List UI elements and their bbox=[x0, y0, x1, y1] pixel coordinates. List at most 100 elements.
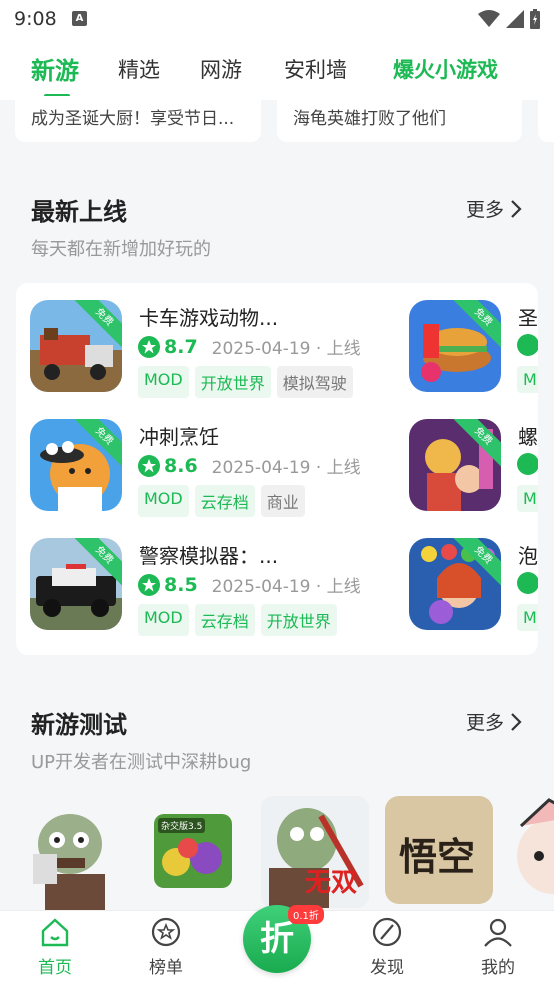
chevron-right-icon bbox=[511, 712, 522, 731]
tag-list: MOD 云存档 开放世界 bbox=[138, 604, 337, 636]
game-name: 螺 bbox=[518, 425, 538, 449]
star-icon bbox=[517, 453, 538, 475]
game-icon: 免费 bbox=[409, 419, 501, 511]
game-item[interactable]: 免费 螺 M bbox=[409, 419, 538, 519]
promo-card[interactable]: 成为圣诞大厨！享受节日... bbox=[15, 96, 261, 142]
test-games-row: 杂交版3.5 无双 悟空 bbox=[0, 790, 554, 910]
star-icon bbox=[517, 572, 538, 594]
test-game-item[interactable] bbox=[509, 796, 554, 906]
more-button-new[interactable]: 更多 bbox=[466, 195, 522, 222]
game-icon: 免费 bbox=[30, 419, 122, 511]
nav-discover[interactable]: 发现 bbox=[352, 917, 422, 978]
battery-icon bbox=[530, 9, 540, 29]
game-date: 2025-04-19 · 上线 bbox=[211, 339, 361, 359]
tag[interactable]: MOD bbox=[138, 366, 189, 398]
game-name: 警察模拟器：... bbox=[139, 544, 279, 568]
test-game-item[interactable]: 杂交版3.5 bbox=[154, 814, 232, 888]
nav-label: 发现 bbox=[370, 958, 404, 978]
status-bar: 9:08 A bbox=[0, 0, 554, 38]
test-game-item[interactable]: 无双 bbox=[261, 796, 369, 908]
compass-icon bbox=[372, 917, 402, 947]
tab-new-games[interactable]: 新游 bbox=[31, 51, 79, 86]
game-item[interactable]: 免费 圣 M bbox=[409, 300, 538, 400]
tag-list: M bbox=[517, 485, 538, 512]
rating-row bbox=[517, 334, 538, 356]
test-game-label: 杂交版3.5 bbox=[158, 818, 206, 833]
test-game-label: 无双 bbox=[305, 868, 358, 898]
nav-ranking[interactable]: 榜单 bbox=[131, 917, 201, 978]
game-item[interactable]: 免费 卡车游戏动物... 8.7 2025-04-19 · 上线 MOD 开放世… bbox=[30, 300, 390, 400]
tag-list: MOD 开放世界 模拟驾驶 bbox=[138, 366, 353, 398]
tab-online-games[interactable]: 网游 bbox=[200, 54, 242, 84]
bottom-nav: 首页 榜单 折 0.1折 发现 我的 bbox=[0, 905, 554, 985]
game-icon: 免费 bbox=[409, 538, 501, 630]
tag[interactable]: MOD bbox=[138, 485, 189, 517]
tag[interactable]: 云存档 bbox=[194, 604, 255, 636]
tag-list: M bbox=[517, 366, 538, 393]
home-icon bbox=[41, 918, 69, 947]
section-subtitle-test: UP开发者在测试中深耕bug bbox=[31, 752, 252, 773]
tab-hot-minigames[interactable]: 爆火小游戏 bbox=[393, 54, 498, 84]
tag[interactable]: 商业 bbox=[260, 485, 305, 517]
tag[interactable]: M bbox=[517, 366, 538, 393]
rating-row: 8.6 2025-04-19 · 上线 bbox=[138, 453, 361, 478]
tag[interactable]: M bbox=[517, 485, 538, 512]
tab-featured[interactable]: 精选 bbox=[118, 54, 160, 84]
game-icon: 免费 bbox=[30, 538, 122, 630]
more-label: 更多 bbox=[465, 712, 504, 734]
tag[interactable]: 开放世界 bbox=[260, 604, 337, 636]
game-item[interactable]: 免费 警察模拟器：... 8.5 2025-04-19 · 上线 MOD 云存档… bbox=[30, 538, 390, 638]
tag-list: M bbox=[517, 604, 538, 631]
tag[interactable]: M bbox=[517, 604, 538, 631]
game-date: 2025-04-19 · 上线 bbox=[211, 577, 361, 597]
user-icon bbox=[484, 918, 512, 947]
game-name: 卡车游戏动物... bbox=[139, 306, 279, 330]
star-circle-icon bbox=[151, 917, 181, 947]
game-item[interactable]: 免费 泡 M bbox=[409, 538, 538, 638]
test-game-item[interactable]: 悟空 bbox=[385, 796, 493, 904]
nav-profile[interactable]: 我的 bbox=[463, 917, 533, 978]
star-icon bbox=[138, 573, 160, 596]
tag[interactable]: 模拟驾驶 bbox=[276, 366, 353, 398]
game-icon: 免费 bbox=[409, 300, 501, 392]
top-tabs: 新游 精选 网游 安利墙 爆火小游戏 bbox=[0, 38, 554, 100]
star-icon bbox=[517, 334, 538, 356]
status-time: 9:08 bbox=[14, 8, 57, 30]
section-title-new: 最新上线 bbox=[31, 198, 127, 226]
promo-card[interactable] bbox=[538, 96, 554, 142]
tab-recommend-wall[interactable]: 安利墙 bbox=[284, 54, 347, 84]
game-icon: 免费 bbox=[30, 300, 122, 392]
star-icon bbox=[138, 335, 160, 358]
game-score: 8.6 bbox=[164, 454, 198, 477]
nav-label: 我的 bbox=[481, 958, 515, 978]
new-games-panel: 免费 卡车游戏动物... 8.7 2025-04-19 · 上线 MOD 开放世… bbox=[16, 283, 538, 655]
star-icon bbox=[138, 454, 160, 477]
signal-icon bbox=[506, 10, 524, 28]
more-button-test[interactable]: 更多 bbox=[466, 708, 522, 735]
game-score: 8.5 bbox=[164, 573, 198, 596]
game-name: 冲刺烹饪 bbox=[139, 425, 219, 449]
rating-row: 8.5 2025-04-19 · 上线 bbox=[138, 572, 361, 597]
test-game-label: 悟空 bbox=[399, 834, 476, 879]
rating-row bbox=[517, 572, 538, 594]
game-item[interactable]: 免费 冲刺烹饪 8.6 2025-04-19 · 上线 MOD 云存档 商业 bbox=[30, 419, 390, 519]
tag[interactable]: 开放世界 bbox=[194, 366, 271, 398]
test-game-item[interactable] bbox=[15, 804, 125, 910]
game-date: 2025-04-19 · 上线 bbox=[211, 458, 361, 478]
tag[interactable]: 云存档 bbox=[194, 485, 255, 517]
rating-row: 8.7 2025-04-19 · 上线 bbox=[138, 334, 361, 359]
more-label: 更多 bbox=[465, 199, 504, 221]
rating-row bbox=[517, 453, 538, 475]
game-name: 泡 bbox=[518, 544, 538, 568]
nav-home[interactable]: 首页 bbox=[20, 917, 90, 978]
wifi-icon bbox=[478, 10, 500, 27]
promo-card[interactable]: 海龟英雄打败了他们 bbox=[277, 96, 522, 142]
discount-badge: 0.1折 bbox=[288, 905, 324, 924]
tag[interactable]: MOD bbox=[138, 604, 189, 636]
status-icons bbox=[478, 9, 540, 29]
tag-list: MOD 云存档 商业 bbox=[138, 485, 305, 517]
promo-text: 成为圣诞大厨！享受节日... bbox=[31, 109, 235, 129]
chevron-right-icon bbox=[511, 199, 522, 218]
notification-icon: A bbox=[72, 11, 87, 26]
section-subtitle-new: 每天都在新增加好玩的 bbox=[31, 239, 211, 260]
